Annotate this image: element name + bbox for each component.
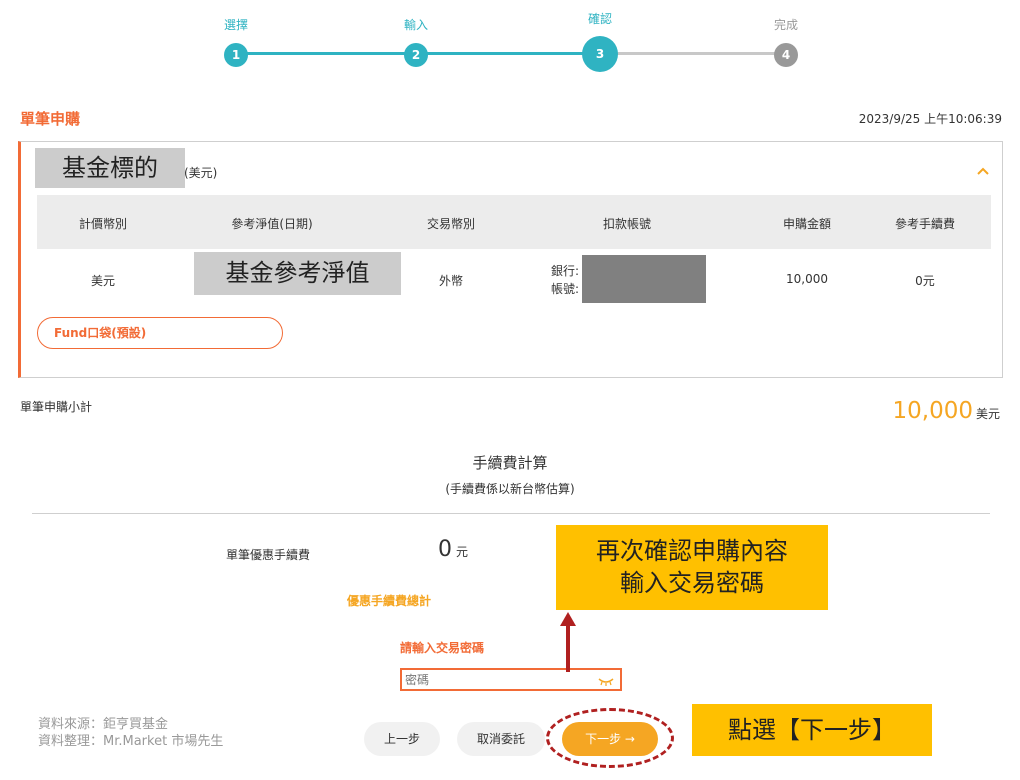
col-header-trade-currency: 交易幣別 bbox=[426, 217, 475, 231]
step-confirm: 確認 3 bbox=[560, 10, 640, 72]
step-input: 輸入 2 bbox=[376, 16, 456, 67]
next-callout: 點選【下一步】 bbox=[692, 704, 932, 756]
subtotal-value: 10,000 bbox=[892, 398, 973, 424]
nav-redaction: 基金參考淨值 bbox=[194, 252, 401, 295]
fund-currency: (美元) bbox=[184, 166, 218, 180]
step-number: 1 bbox=[224, 43, 248, 67]
timestamp: 2023/9/25 上午10:06:39 bbox=[858, 112, 1002, 126]
col-header-amount: 申購金額 bbox=[782, 217, 831, 231]
table-header: 計價幣別 參考淨值(日期) 交易幣別 扣款帳號 申購金額 參考手續費 bbox=[37, 195, 991, 249]
step-select: 選擇 1 bbox=[196, 16, 276, 67]
subtotal-unit: 美元 bbox=[975, 407, 1000, 421]
source-line: 資料來源：鉅亨買基金 bbox=[38, 717, 169, 732]
cell-fee: 0元 bbox=[915, 274, 935, 288]
subtotal-amount: 10,000 美元 bbox=[893, 398, 1001, 424]
cell-currency: 美元 bbox=[90, 274, 115, 288]
fund-card: 基金標的 (美元) 計價幣別 參考淨值(日期) 交易幣別 扣款帳號 申購金額 參… bbox=[18, 141, 1003, 378]
cell-trade-currency: 外幣 bbox=[438, 274, 463, 288]
arrow-shaft bbox=[566, 624, 570, 672]
password-label: 請輸入交易密碼 bbox=[400, 641, 485, 655]
callout-line: 再次確認申購內容 bbox=[596, 537, 788, 565]
col-header-fee: 參考手續費 bbox=[894, 217, 955, 231]
eye-closed-icon[interactable] bbox=[597, 673, 615, 686]
step-label: 輸入 bbox=[403, 18, 428, 32]
step-label: 選擇 bbox=[223, 18, 248, 32]
col-header-nav: 參考淨值(日期) bbox=[231, 217, 313, 231]
col-header-account: 扣款帳號 bbox=[602, 217, 651, 231]
discount-fee-unit: 元 bbox=[456, 545, 469, 559]
password-input[interactable] bbox=[400, 668, 622, 691]
table-row: 美元 基金參考淨值 外幣 銀行: 帳號: 10,000 0元 bbox=[37, 252, 991, 304]
compiler-line: 資料整理：Mr.Market 市場先生 bbox=[38, 734, 224, 749]
step-complete: 完成 4 bbox=[746, 16, 826, 67]
subtotal-label: 單筆申購小計 bbox=[20, 400, 93, 414]
fee-section-subtitle: (手續費係以新台幣估算) bbox=[445, 482, 575, 496]
fee-total-label: 優惠手續費總計 bbox=[347, 594, 432, 608]
step-number: 2 bbox=[404, 43, 428, 67]
step-number: 3 bbox=[582, 36, 618, 72]
fund-pocket-button[interactable]: Fund口袋(預設) bbox=[37, 317, 283, 349]
divider bbox=[32, 513, 990, 514]
cell-amount: 10,000 bbox=[786, 272, 828, 286]
chevron-up-icon[interactable] bbox=[976, 164, 990, 178]
prev-step-button[interactable]: 上一步 bbox=[364, 722, 440, 756]
progress-stepper: 選擇 1 輸入 2 確認 3 完成 4 bbox=[0, 0, 1020, 80]
source-note: 資料來源：鉅亨買基金 資料整理：Mr.Market 市場先生 bbox=[38, 716, 223, 750]
confirm-callout: 再次確認申購內容 輸入交易密碼 bbox=[556, 525, 828, 610]
highlight-circle bbox=[546, 708, 674, 768]
discount-fee-value: 0 bbox=[438, 537, 452, 562]
fee-section-title: 手續費計算 bbox=[472, 454, 548, 472]
step-label: 確認 bbox=[587, 12, 612, 26]
bank-label: 銀行: bbox=[551, 264, 580, 278]
step-number: 4 bbox=[774, 43, 798, 67]
callout-line: 輸入交易密碼 bbox=[620, 569, 764, 597]
col-header-currency: 計價幣別 bbox=[78, 217, 127, 231]
page-title: 單筆申購 bbox=[20, 110, 81, 128]
discount-fee-amount: 0元 bbox=[438, 537, 468, 562]
account-label: 帳號: bbox=[551, 282, 580, 296]
fund-name-redaction: 基金標的 bbox=[35, 148, 185, 188]
discount-fee-label: 單筆優惠手續費 bbox=[226, 548, 311, 562]
step-label: 完成 bbox=[773, 18, 798, 32]
cancel-order-button[interactable]: 取消委託 bbox=[457, 722, 545, 756]
cell-account: 銀行: 帳號: bbox=[551, 262, 579, 298]
account-redaction bbox=[582, 255, 706, 303]
